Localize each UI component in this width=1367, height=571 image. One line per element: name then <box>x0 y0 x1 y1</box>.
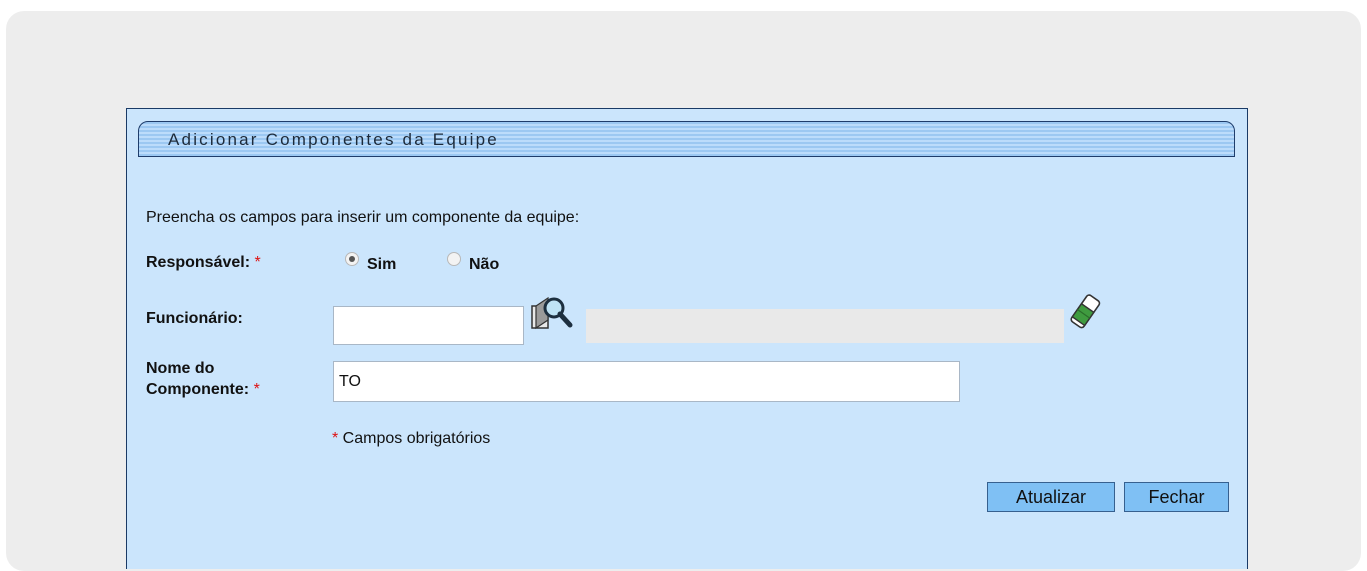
dialog-title-bar: Adicionar Componentes da Equipe <box>138 121 1235 157</box>
nome-componente-input[interactable] <box>333 361 960 402</box>
responsavel-label-text: Responsável: <box>146 254 251 271</box>
radio-sim-label[interactable]: Sim <box>367 256 396 274</box>
dialog-panel: Adicionar Componentes da Equipe Preencha… <box>126 108 1248 569</box>
radio-nao[interactable] <box>447 252 461 266</box>
radio-sim[interactable] <box>345 252 359 266</box>
funcionario-code-input[interactable] <box>333 306 524 345</box>
nome-componente-label-line1: Nome do <box>146 360 215 377</box>
radio-nao-label[interactable]: Não <box>469 256 499 274</box>
funcionario-name-display <box>586 309 1064 343</box>
fechar-button[interactable]: Fechar <box>1124 482 1229 512</box>
required-note-text: Campos obrigatórios <box>338 430 491 447</box>
responsavel-label: Responsável: * <box>146 254 261 272</box>
nome-componente-label: Nome do Componente: * <box>146 358 260 400</box>
atualizar-button[interactable]: Atualizar <box>987 482 1115 512</box>
required-fields-note: * Campos obrigatórios <box>332 430 490 448</box>
eraser-icon[interactable] <box>1069 293 1103 338</box>
required-mark: * <box>254 254 261 271</box>
dialog-title: Adicionar Componentes da Equipe <box>168 130 499 149</box>
funcionario-label: Funcionário: <box>146 310 243 327</box>
nome-componente-label-line2: Componente: <box>146 381 250 398</box>
required-mark: * <box>253 381 260 398</box>
magnifier-search-icon[interactable] <box>530 294 578 339</box>
instructions-text: Preencha os campos para inserir um compo… <box>146 209 580 226</box>
